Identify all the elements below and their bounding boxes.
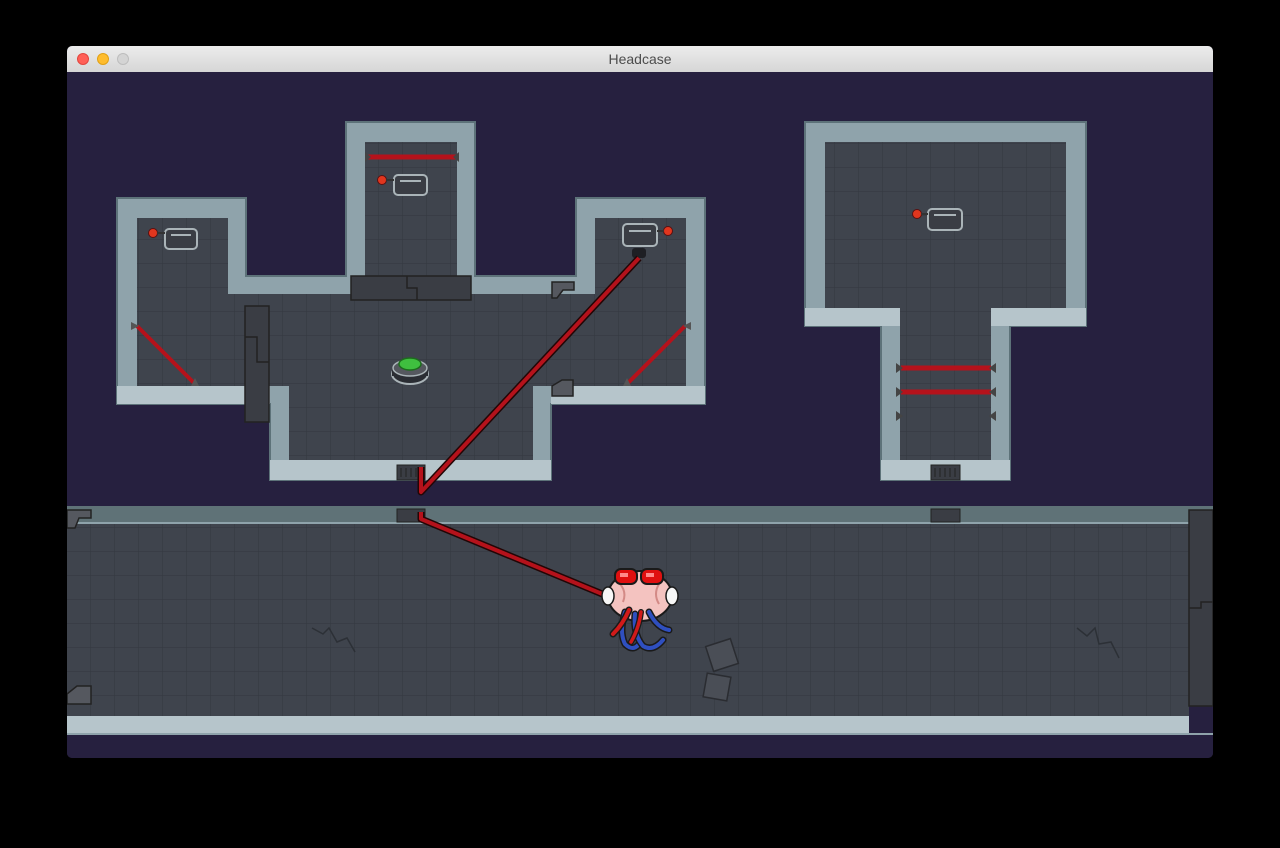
game-scene [67, 72, 1213, 758]
green-pressure-button-icon[interactable] [391, 357, 429, 385]
sliding-door-icon[interactable] [244, 305, 270, 423]
floor-vent-icon [930, 508, 961, 523]
game-window: Headcase [67, 46, 1213, 758]
window-title: Headcase [608, 51, 672, 67]
game-viewport[interactable] [67, 72, 1213, 758]
corridor-bottom-wall [67, 716, 1189, 734]
window-titlebar[interactable]: Headcase [67, 46, 1213, 73]
